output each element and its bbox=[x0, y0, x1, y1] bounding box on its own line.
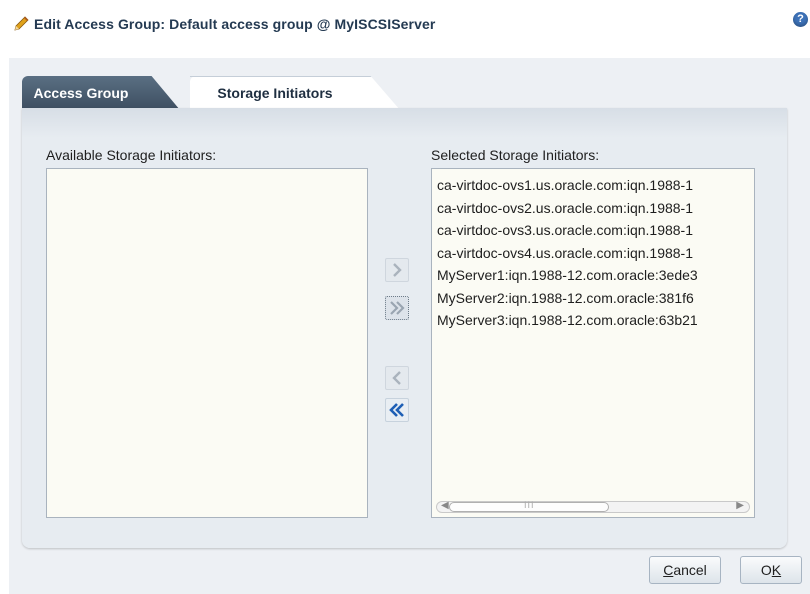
ok-button[interactable]: OK bbox=[740, 556, 802, 584]
scrollbar-thumb[interactable]: III bbox=[449, 500, 609, 512]
available-initiators-label: Available Storage Initiators: bbox=[46, 147, 217, 163]
remove-selected-button[interactable] bbox=[385, 366, 409, 390]
scroll-left-icon[interactable]: ◀ bbox=[441, 500, 449, 511]
double-chevron-right-icon bbox=[390, 301, 405, 315]
cancel-button[interactable]: Cancel bbox=[649, 556, 721, 584]
list-item[interactable]: ca-virtdoc-ovs4.us.oracle.com:iqn.1988-1 bbox=[437, 242, 754, 265]
scrollbar-grip: III bbox=[524, 500, 535, 510]
tab-access-group-label: Access Group bbox=[33, 85, 129, 101]
horizontal-scrollbar[interactable]: ◀ III ▶ bbox=[436, 500, 750, 513]
remove-all-button[interactable] bbox=[385, 398, 409, 422]
list-item[interactable]: ca-virtdoc-ovs2.us.oracle.com:iqn.1988-1 bbox=[437, 197, 754, 220]
tab-storage-initiators-label: Storage Initiators bbox=[217, 85, 333, 101]
move-selected-button[interactable] bbox=[385, 258, 409, 282]
selected-initiators-label: Selected Storage Initiators: bbox=[431, 147, 600, 163]
cancel-mnemonic: C bbox=[663, 562, 674, 578]
cancel-label: ancel bbox=[673, 562, 707, 578]
ok-mnemonic: K bbox=[771, 562, 782, 578]
dialog-titlebar: Edit Access Group: Default access group … bbox=[0, 0, 810, 58]
list-item[interactable]: MyServer1:iqn.1988-12.com.oracle:3ede3 bbox=[437, 264, 754, 287]
pencil-icon bbox=[14, 16, 29, 31]
chevron-right-icon bbox=[393, 263, 402, 277]
ok-label: O bbox=[760, 562, 772, 578]
double-chevron-left-icon bbox=[389, 403, 404, 417]
selected-initiators-list[interactable]: ca-virtdoc-ovs1.us.oracle.com:iqn.1988-1… bbox=[431, 168, 755, 518]
list-item[interactable]: ca-virtdoc-ovs1.us.oracle.com:iqn.1988-1 bbox=[437, 174, 754, 197]
move-all-button[interactable] bbox=[385, 296, 409, 320]
list-item[interactable]: MyServer3:iqn.1988-12.com.oracle:63b21 bbox=[437, 309, 754, 332]
dialog-title: Edit Access Group: Default access group … bbox=[34, 16, 436, 32]
list-item[interactable]: ca-virtdoc-ovs3.us.oracle.com:iqn.1988-1 bbox=[437, 219, 754, 242]
selected-items-container: ca-virtdoc-ovs1.us.oracle.com:iqn.1988-1… bbox=[437, 174, 754, 332]
chevron-left-icon bbox=[392, 371, 401, 385]
scroll-right-icon[interactable]: ▶ bbox=[736, 500, 744, 511]
tab-storage-initiators[interactable]: Storage Initiators bbox=[190, 76, 400, 110]
list-item[interactable]: MyServer2:iqn.1988-12.com.oracle:381f6 bbox=[437, 287, 754, 310]
help-icon[interactable]: ? bbox=[793, 12, 808, 27]
available-initiators-list[interactable] bbox=[46, 168, 368, 518]
